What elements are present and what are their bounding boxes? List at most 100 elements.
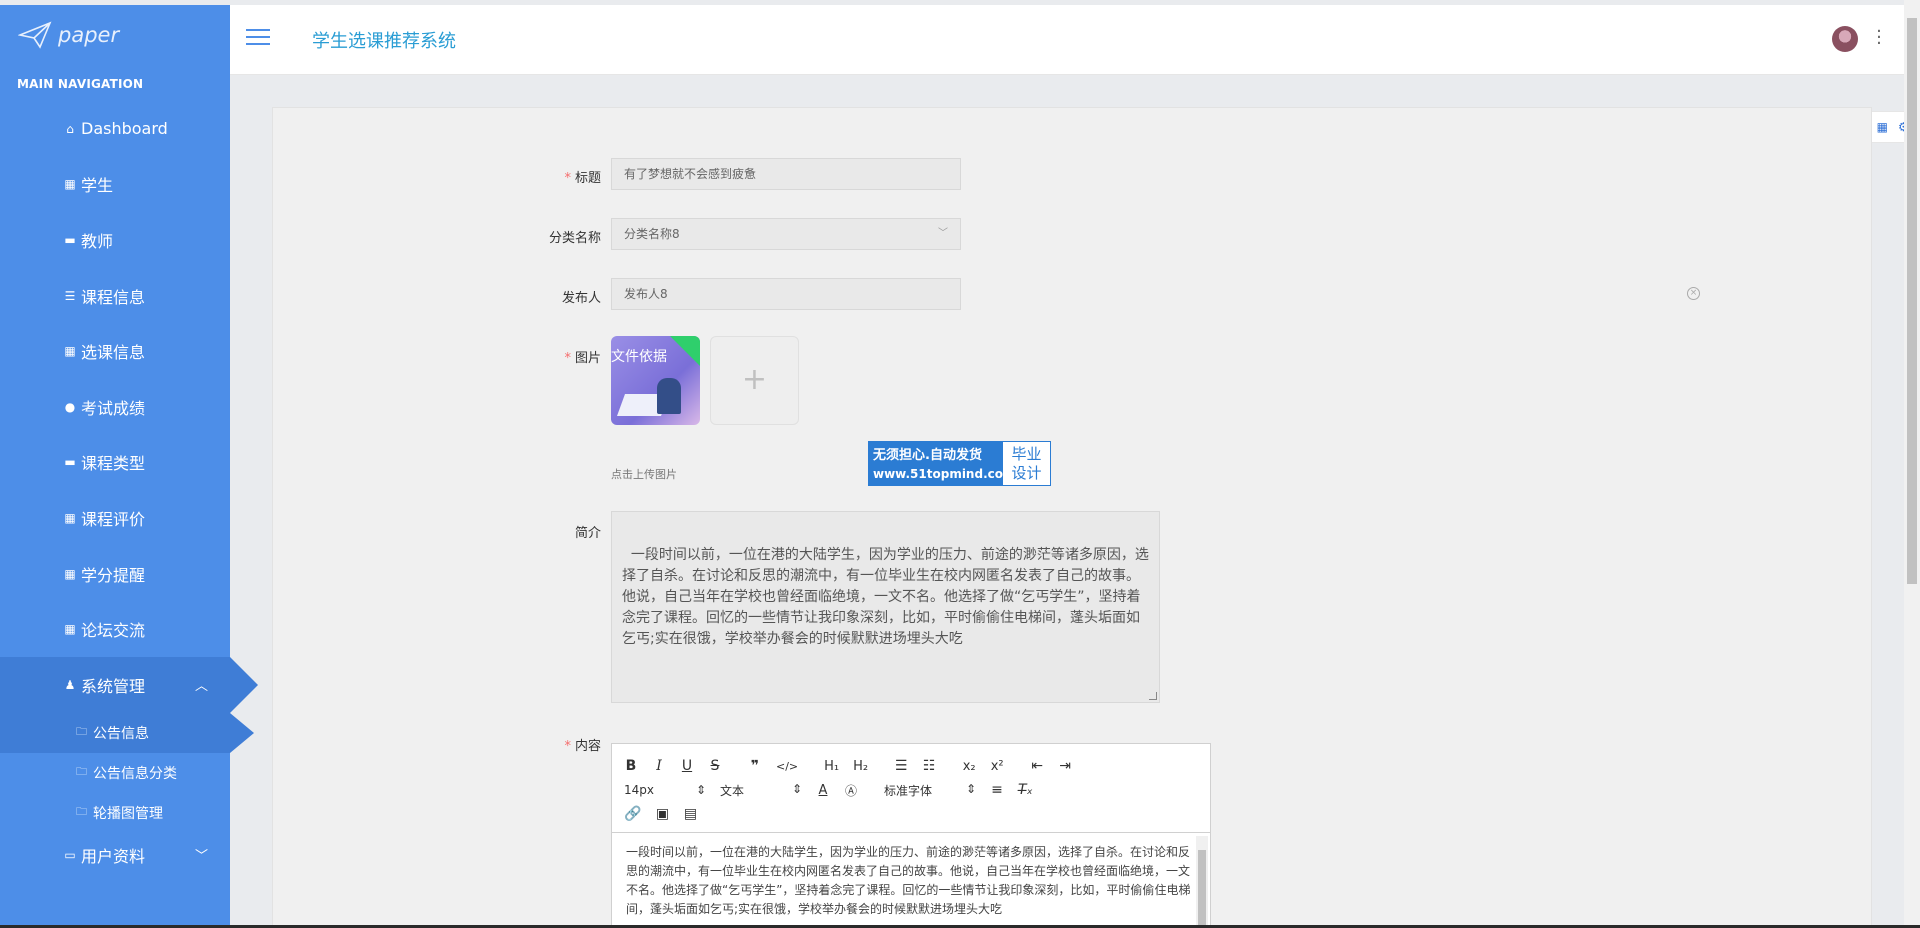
sidebar: paper MAIN NAVIGATION ⌂ Dashboard ▦ 学生 ▬ 教师… xyxy=(0,5,258,928)
sidebar-item-credit-reminder[interactable]: ▦ 学分提醒 xyxy=(0,546,230,602)
subscript-icon[interactable]: x₂ xyxy=(962,759,976,774)
ad-url: www.51topmind.com xyxy=(873,467,1016,481)
bold-icon[interactable]: B xyxy=(624,758,638,774)
pin-icon: ● xyxy=(64,399,76,414)
publisher-label: 发布人 xyxy=(561,291,601,306)
sidebar-item-system-management[interactable]: ♟ 系统管理 ︿ xyxy=(0,656,258,713)
sidebar-item-label: Dashboard xyxy=(81,119,168,139)
summary-label: 简介 xyxy=(574,526,601,541)
heading2-icon[interactable]: H₂ xyxy=(853,759,868,774)
sidebar-subitem-carousel[interactable]: 🗀 轮播图管理 xyxy=(0,793,230,833)
sidebar-item-label: 课程类型 xyxy=(81,454,146,474)
sidebar-item-course-info[interactable]: ☰ 课程信息 xyxy=(0,268,230,324)
grid-icon: ▦ xyxy=(64,622,76,637)
ad-banner[interactable]: 无须担心.自动发货 www.51topmind.com 毕业 设计 xyxy=(868,441,1051,486)
avatar[interactable] xyxy=(1832,26,1858,52)
sidebar-item-label: 课程信息 xyxy=(81,287,146,307)
ordered-list-icon[interactable]: ☰ xyxy=(894,758,908,774)
sidebar-item-label: 系统管理 xyxy=(81,676,146,696)
grid-icon: ▦ xyxy=(64,510,76,525)
sidebar-item-teachers[interactable]: ▬ 教师 xyxy=(0,212,230,268)
sidebar-item-user-profile[interactable]: ▭ 用户资料 ﹀ xyxy=(0,833,230,877)
image-overlay-text: 文件依据 xyxy=(611,349,667,365)
sidebar-item-label: 论坛交流 xyxy=(81,621,146,641)
sidebar-subitem-announcements[interactable]: 🗀 公告信息 xyxy=(0,712,254,753)
sidebar-item-exam-scores[interactable]: ● 考试成绩 xyxy=(0,379,230,435)
logo[interactable]: paper xyxy=(0,5,230,65)
video-icon[interactable]: ▤ xyxy=(683,806,697,822)
strikethrough-icon[interactable]: S xyxy=(708,758,722,774)
app-title: 学生选课推荐系统 xyxy=(312,31,456,52)
superscript-icon[interactable]: x² xyxy=(990,759,1004,774)
scrollbar-thumb[interactable] xyxy=(1907,18,1917,584)
summary-textarea[interactable]: 一段时间以前，一位在港的大陆学生，因为学业的压力、前途的渺茫等诸多原因，选择了自… xyxy=(611,511,1160,703)
upload-hint: 点击上传图片 xyxy=(611,468,677,481)
font-color-icon[interactable]: A xyxy=(816,783,830,798)
content-label: * 内容 xyxy=(564,739,601,754)
grid-icon: ▦ xyxy=(64,566,76,581)
sidebar-item-course-reviews[interactable]: ▦ 课程评价 xyxy=(0,490,230,546)
underline-icon[interactable]: U xyxy=(680,758,694,774)
hamburger-menu-icon[interactable] xyxy=(246,29,270,47)
link-icon[interactable]: 🔗 xyxy=(624,806,641,822)
briefcase-icon: ▬ xyxy=(64,232,76,247)
sidebar-item-course-types[interactable]: ▬ 课程类型 xyxy=(0,435,230,491)
sidebar-item-label: 课程评价 xyxy=(81,509,146,529)
ad-right-2: 设计 xyxy=(1011,464,1042,482)
sidebar-item-students[interactable]: ▦ 学生 xyxy=(0,157,230,213)
calendar-icon: ▭ xyxy=(64,847,76,862)
chevron-down-icon: ﹀ xyxy=(194,848,208,864)
resize-handle[interactable] xyxy=(1149,692,1157,700)
chevron-up-icon: ︿ xyxy=(194,678,208,694)
clear-format-icon[interactable]: T̶ₓ xyxy=(1018,782,1033,798)
italic-icon[interactable]: I xyxy=(652,758,666,774)
apps-icon[interactable]: ▦ xyxy=(1877,120,1888,134)
grid-icon: ▦ xyxy=(64,177,76,192)
background-color-icon[interactable]: Ⓐ xyxy=(844,782,858,799)
title-input[interactable]: 有了梦想就不会感到疲惫 xyxy=(611,158,961,190)
sidebar-item-dashboard[interactable]: ⌂ Dashboard xyxy=(0,101,230,157)
heading1-icon[interactable]: H₁ xyxy=(824,759,839,774)
sidebar-subitem-label: 轮播图管理 xyxy=(93,805,163,822)
category-select-value: 分类名称8 xyxy=(624,227,680,241)
align-icon[interactable]: ≡ xyxy=(990,782,1004,798)
grid-icon: ▦ xyxy=(64,344,76,359)
blockquote-icon[interactable]: ❞ xyxy=(748,758,762,774)
sidebar-item-label: 教师 xyxy=(81,231,114,251)
clear-icon[interactable]: × xyxy=(1687,287,1700,300)
chat-icon: ▬ xyxy=(64,455,76,470)
more-vertical-icon[interactable]: · · · xyxy=(1876,23,1882,53)
editor-content[interactable]: 一段时间以前，一位在港的大陆学生，因为学业的压力、前途的渺茫等诸多原因，选择了自… xyxy=(612,833,1210,928)
sidebar-item-label: 学分提醒 xyxy=(81,565,146,585)
sidebar-item-label: 学生 xyxy=(81,176,114,196)
code-icon[interactable]: </> xyxy=(776,760,798,773)
page-scrollbar[interactable] xyxy=(1904,0,1920,928)
sidebar-item-label: 选课信息 xyxy=(81,343,146,363)
font-family-select[interactable]: 标准字体 ⇕ xyxy=(884,782,976,799)
category-select[interactable]: 分类名称8 ﹀ xyxy=(611,218,961,250)
outdent-icon[interactable]: ⇤ xyxy=(1030,758,1044,774)
editor-scrollbar[interactable] xyxy=(1196,836,1208,928)
sidebar-item-forum[interactable]: ▦ 论坛交流 xyxy=(0,601,230,657)
bullet-list-icon[interactable]: ☷ xyxy=(922,758,936,774)
top-bar: 学生选课推荐系统 · · · xyxy=(230,5,1904,75)
image-icon[interactable]: ▣ xyxy=(655,806,669,822)
sidebar-subitem-label: 公告信息 xyxy=(93,725,149,742)
user-icon: ♟ xyxy=(64,677,76,692)
editor-toolbar: B I U S ❞ </> H₁ H₂ ☰ ☷ x₂ x² ⇤ ⇥ 14px ⇕ … xyxy=(612,744,1210,833)
add-image-button[interactable]: + xyxy=(710,336,799,425)
sidebar-item-enrollment[interactable]: ▦ 选课信息 xyxy=(0,323,230,379)
uploaded-image-thumbnail[interactable]: 文件依据 xyxy=(611,336,700,425)
sidebar-subitem-label: 公告信息分类 xyxy=(93,765,177,782)
ad-right-1: 毕业 xyxy=(1011,445,1042,463)
sidebar-subitem-announcement-categories[interactable]: 🗀 公告信息分类 xyxy=(0,753,230,793)
publisher-input[interactable]: 发布人8 xyxy=(611,278,961,310)
title-label: * 标题 xyxy=(564,171,601,186)
sliders-icon: ☰ xyxy=(64,288,76,303)
rich-text-editor: B I U S ❞ </> H₁ H₂ ☰ ☷ x₂ x² ⇤ ⇥ 14px ⇕ … xyxy=(611,743,1211,928)
paper-plane-icon xyxy=(18,21,52,49)
paragraph-select[interactable]: 文本 ⇕ xyxy=(720,782,802,799)
font-size-select[interactable]: 14px ⇕ xyxy=(624,783,706,797)
nav-header: MAIN NAVIGATION xyxy=(17,77,144,91)
indent-icon[interactable]: ⇥ xyxy=(1058,758,1072,774)
